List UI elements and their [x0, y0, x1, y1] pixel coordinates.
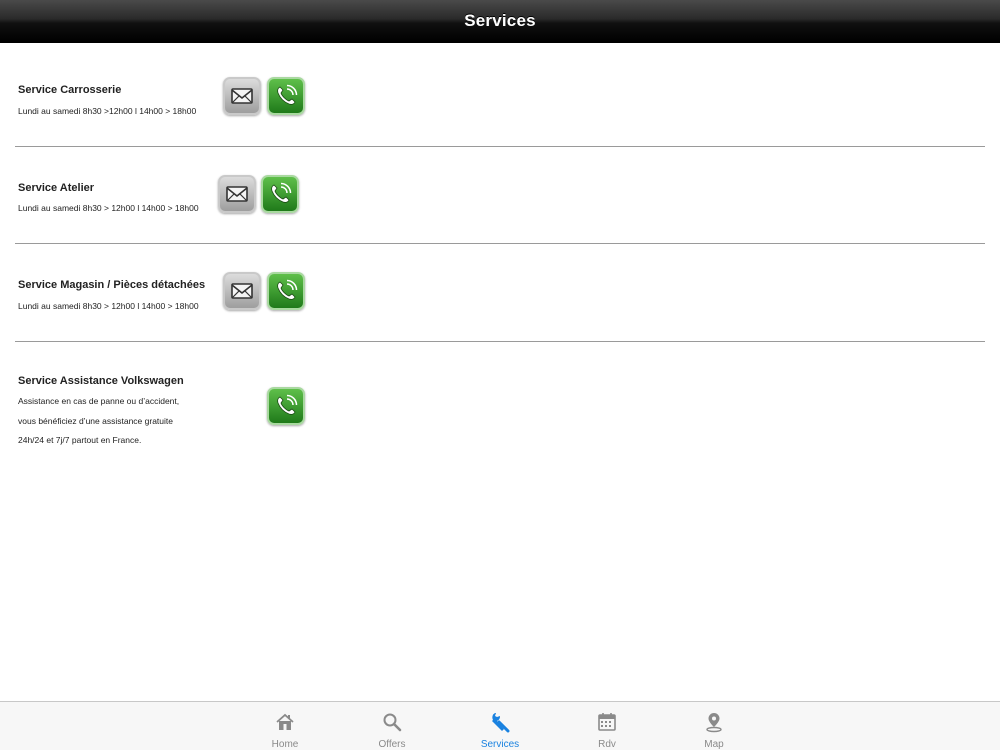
envelope-icon [231, 88, 253, 104]
calendar-icon [598, 713, 616, 731]
tab-offers[interactable]: Offers [352, 702, 432, 750]
tab-rdv[interactable]: Rdv [567, 702, 647, 750]
service-title: Service Assistance Volkswagen [18, 375, 184, 387]
tab-label: Map [704, 739, 724, 750]
call-button[interactable] [267, 387, 305, 425]
tab-label: Home [271, 739, 299, 750]
envelope-icon [226, 186, 248, 202]
call-button[interactable] [261, 175, 299, 213]
search-icon [383, 713, 402, 732]
home-icon [276, 713, 294, 730]
phone-icon [277, 394, 298, 415]
tab-services[interactable]: Services [460, 702, 540, 750]
service-hours: Lundi au samedi 8h30 > 12h00 l 14h00 > 1… [18, 203, 199, 213]
tab-label: Rdv [598, 739, 616, 750]
tab-home[interactable]: Home [245, 702, 325, 750]
nav-bar: Services [0, 0, 1000, 43]
envelope-icon [231, 283, 253, 299]
divider [15, 341, 985, 342]
service-title: Service Carrosserie [18, 84, 122, 96]
email-button[interactable] [223, 272, 261, 310]
service-description-line: 24h/24 et 7j/7 partout en France. [18, 435, 142, 445]
call-button[interactable] [267, 272, 305, 310]
phone-icon [271, 182, 292, 203]
services-list[interactable]: Service Carrosserie Lundi au samedi 8h30… [0, 44, 1000, 701]
page-title: Services [464, 11, 536, 30]
service-hours: Lundi au samedi 8h30 >12h00 l 14h00 > 18… [18, 106, 197, 116]
wrench-icon [492, 713, 510, 733]
service-title: Service Atelier [18, 182, 95, 194]
phone-icon [277, 279, 298, 300]
divider [15, 146, 985, 147]
tab-map[interactable]: Map [674, 702, 754, 750]
email-button[interactable] [218, 175, 256, 213]
phone-icon [277, 84, 298, 105]
tab-bar: Home Offers Services Rdv Map [0, 701, 1000, 750]
email-button[interactable] [223, 77, 261, 115]
service-title: Service Magasin / Pièces détachées [18, 279, 206, 291]
divider [15, 243, 985, 244]
tab-label: Offers [378, 739, 406, 750]
service-description-line: Assistance en cas de panne ou d’accident… [18, 396, 180, 406]
map-pin-icon [706, 713, 722, 733]
service-hours: Lundi au samedi 8h30 > 12h00 l 14h00 > 1… [18, 301, 199, 311]
call-button[interactable] [267, 77, 305, 115]
tab-label: Services [480, 739, 520, 750]
service-description-line: vous bénéficiez d’une assistance gratuit… [18, 416, 173, 426]
